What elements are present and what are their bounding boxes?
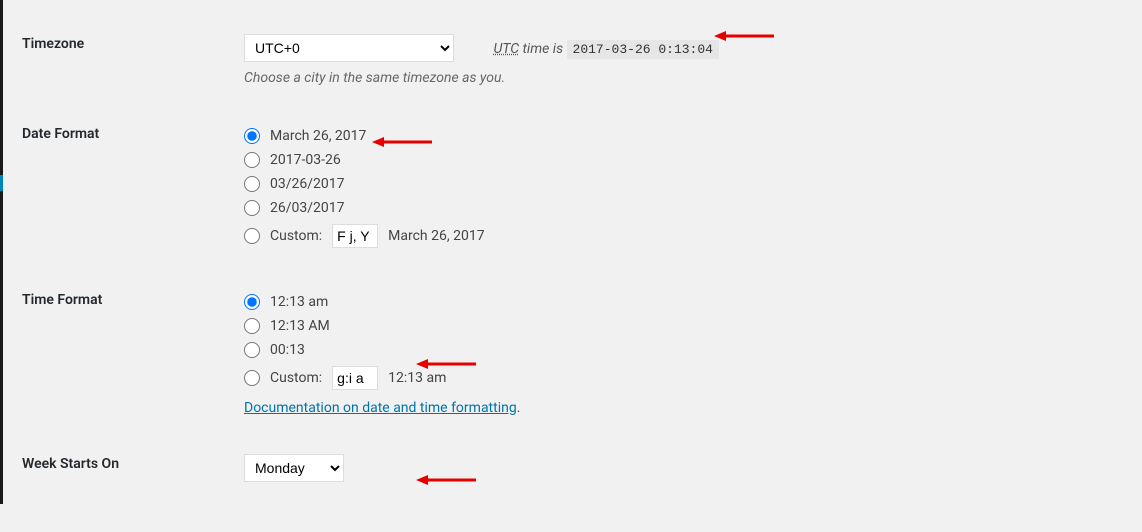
time-format-opt-1: 12:13 am — [270, 294, 328, 310]
time-format-custom-label: Custom: — [270, 370, 322, 386]
date-format-opt-4: 26/03/2017 — [270, 200, 345, 216]
time-is-text: time is — [519, 41, 566, 57]
time-format-label: Time Format — [22, 282, 242, 444]
settings-form: Timezone UTC+0 UTC time is 2017-03-26 0:… — [0, 0, 1142, 532]
utc-time-value: 2017-03-26 0:13:04 — [567, 40, 719, 59]
date-format-radio-4[interactable] — [244, 200, 260, 216]
date-format-radio-3[interactable] — [244, 176, 260, 192]
blue-indicator — [0, 175, 3, 191]
date-format-options: March 26, 2017 2017-03-26 03/26/2017 26/… — [244, 124, 719, 252]
date-format-custom-example: March 26, 2017 — [388, 228, 484, 244]
timezone-label: Timezone — [22, 26, 242, 114]
time-format-opt-3: 00:13 — [270, 342, 305, 358]
time-format-custom-example: 12:13 am — [388, 370, 446, 386]
time-format-options: 12:13 am 12:13 AM 00:13 Custom: 12 — [244, 290, 719, 416]
utc-time-display: UTC time is 2017-03-26 0:13:04 — [493, 41, 718, 57]
doc-link-period: . — [517, 400, 521, 416]
date-format-custom-input[interactable] — [332, 224, 378, 248]
timezone-select[interactable]: UTC+0 — [244, 34, 454, 62]
time-format-radio-1[interactable] — [244, 294, 260, 310]
week-starts-select[interactable]: Monday — [244, 454, 344, 482]
timezone-description: Choose a city in the same timezone as yo… — [244, 70, 719, 86]
week-starts-label: Week Starts On — [22, 446, 242, 510]
date-format-custom-label: Custom: — [270, 228, 322, 244]
date-format-opt-3: 03/26/2017 — [270, 176, 345, 192]
time-format-radio-custom[interactable] — [244, 370, 260, 386]
time-format-radio-3[interactable] — [244, 342, 260, 358]
utc-abbr: UTC — [493, 41, 519, 57]
date-format-radio-2[interactable] — [244, 152, 260, 168]
left-border — [0, 0, 3, 504]
date-format-opt-2: 2017-03-26 — [270, 152, 341, 168]
date-format-label: Date Format — [22, 116, 242, 280]
doc-link[interactable]: Documentation on date and time formattin… — [244, 400, 517, 416]
time-format-opt-2: 12:13 AM — [270, 318, 330, 334]
date-format-opt-1: March 26, 2017 — [270, 128, 366, 144]
time-format-radio-2[interactable] — [244, 318, 260, 334]
date-format-radio-1[interactable] — [244, 128, 260, 144]
date-format-radio-custom[interactable] — [244, 228, 260, 244]
time-format-custom-input[interactable] — [332, 366, 378, 390]
